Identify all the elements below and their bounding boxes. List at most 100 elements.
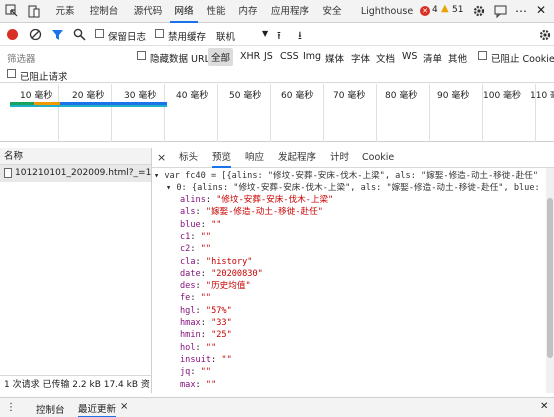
blocked-requests-label: 已阻止请求 (20, 72, 68, 83)
tab-headers[interactable]: 标头 (179, 148, 198, 168)
throttle-select[interactable]: 联机 (216, 29, 235, 43)
tab-security[interactable]: 安全 (318, 0, 346, 23)
feedback-icon[interactable] (494, 4, 508, 18)
disable-cache-checkbox[interactable] (155, 29, 164, 39)
type-filter-xhr[interactable]: XHR (240, 51, 260, 62)
timeline-gridline (58, 84, 59, 142)
preserve-log-checkbox[interactable] (95, 29, 104, 39)
hide-data-urls-label: 隐藏数据 URL (150, 54, 210, 65)
inspect-element-icon[interactable] (5, 4, 19, 18)
search-icon[interactable] (73, 28, 86, 41)
clear-icon[interactable] (29, 28, 42, 41)
timeline-gridline (111, 84, 112, 142)
tree-field-value: "修坟-安葬-安床-伐木-上梁" (216, 195, 334, 205)
tree-item-0-row[interactable]: ▾ 0: {alins: "修坟-安葬-安床-伐木-上梁", als: "嫁娶-… (166, 182, 544, 194)
tree-field-row[interactable]: des: "历史均值" (180, 280, 251, 292)
tree-field-row[interactable]: hmax: "33" (180, 317, 232, 329)
preview-scrollbar[interactable] (546, 168, 554, 393)
close-drawer-icon[interactable]: ✕ (540, 401, 548, 412)
import-har-icon[interactable]: ⭱ (277, 27, 281, 46)
expand-arrow-icon[interactable]: ▾ (166, 183, 171, 193)
type-filter-media[interactable]: 媒体 (325, 51, 344, 65)
export-har-icon[interactable]: ⭳ (298, 27, 302, 46)
request-name: 101210101_202009.html?_=16... (15, 168, 151, 178)
expand-arrow-icon[interactable]: ▾ (154, 171, 159, 181)
disable-cache-label: 禁用缓存 (168, 32, 207, 43)
warning-count[interactable]: 51 (452, 5, 463, 15)
close-devtools-icon[interactable]: ✕ (536, 3, 546, 17)
tree-field-row[interactable]: hgl: "57%" (180, 305, 232, 317)
tab-memory[interactable]: 内存 (234, 0, 262, 23)
hide-data-urls-checkbox[interactable] (137, 51, 146, 61)
tree-root-row[interactable]: ▾ var fc40 = [{alins: "修坟-安葬-安床-伐木-上梁", … (154, 170, 538, 182)
tab-cookies[interactable]: Cookie (362, 148, 394, 168)
tab-timing[interactable]: 计时 (330, 148, 349, 168)
tree-field-row[interactable]: jq: "" (180, 366, 211, 378)
timeline-gridline (376, 84, 377, 142)
timeline-tick-label: 20 毫秒 (72, 91, 105, 101)
tree-field-row[interactable]: c1: "" (180, 231, 211, 243)
tab-preview[interactable]: 预览 (212, 148, 232, 168)
type-filter-css[interactable]: CSS (280, 51, 299, 62)
device-emulation-icon[interactable] (27, 4, 41, 18)
type-filter-other[interactable]: 其他 (448, 51, 467, 65)
tree-field-separator: : (200, 219, 212, 230)
tree-field-row[interactable]: blue: "" (180, 219, 221, 231)
tree-field-separator: : (195, 342, 206, 353)
network-summary: 1 次请求 已传输 2.2 kB 17.4 kB 资 (0, 375, 152, 393)
tab-sources[interactable]: 源代码 (128, 0, 168, 23)
chevron-down-icon[interactable]: ▼ (262, 29, 268, 38)
request-row[interactable]: 101210101_202009.html?_=16... (0, 165, 151, 182)
blocked-cookies-checkbox[interactable] (478, 51, 487, 61)
tree-field-row[interactable]: hol: "" (180, 342, 216, 354)
more-options-icon[interactable]: ⋯ (515, 4, 527, 18)
type-filter-font[interactable]: 字体 (351, 51, 370, 65)
tree-field-key: insuit (180, 354, 212, 365)
type-filter-doc[interactable]: 文档 (376, 51, 395, 65)
close-detail-icon[interactable]: × (157, 148, 166, 168)
tab-initiator[interactable]: 发起程序 (278, 148, 316, 168)
tab-application[interactable]: 应用程序 (268, 0, 312, 23)
settings-gear-icon[interactable] (472, 4, 486, 18)
tree-field-row[interactable]: fe: "" (180, 292, 211, 304)
tree-field-row[interactable]: alins: "修坟-安葬-安床-伐木-上梁" (180, 194, 333, 206)
scrollbar-thumb[interactable] (547, 198, 553, 358)
tab-response[interactable]: 响应 (245, 148, 264, 168)
drawer-tab-whats-new[interactable]: 最近更新 (78, 401, 117, 417)
network-settings-icon[interactable] (538, 28, 552, 42)
drawer-menu-icon[interactable]: ⋮ (6, 402, 16, 413)
tree-field-key: cla (180, 256, 196, 267)
blocked-requests-checkbox[interactable] (7, 69, 16, 79)
drawer-tab-console[interactable]: 控制台 (36, 402, 65, 416)
tree-field-row[interactable]: max: "" (180, 379, 216, 391)
tab-performance[interactable]: 性能 (202, 0, 230, 23)
tree-field-row[interactable]: cla: "history" (180, 256, 252, 268)
tab-elements[interactable]: 元素 (50, 0, 80, 23)
warning-icon[interactable]: ▲ (441, 3, 449, 14)
tab-network[interactable]: 网络 (170, 0, 198, 23)
type-filter-img[interactable]: Img (303, 51, 321, 62)
tree-field-row[interactable]: c2: "" (180, 243, 211, 255)
filter-icon[interactable] (51, 28, 64, 41)
error-count[interactable]: 4 (432, 5, 438, 15)
timeline-gridline (323, 84, 324, 142)
type-filter-manifest[interactable]: 清单 (423, 51, 442, 65)
timeline-tick-label: 70 毫秒 (333, 91, 366, 101)
tab-console[interactable]: 控制台 (84, 0, 124, 23)
name-column-header[interactable]: 名称 (0, 148, 151, 165)
type-filter-ws[interactable]: WS (402, 51, 417, 62)
tree-field-row[interactable]: hmin: "25" (180, 329, 232, 341)
timeline-overview[interactable]: 10 毫秒 20 毫秒 30 毫秒 40 毫秒 50 毫秒 60 毫秒 70 毫… (0, 84, 554, 142)
tree-field-row[interactable]: insuit: "" (180, 354, 232, 366)
record-icon[interactable] (7, 29, 18, 40)
tree-field-row[interactable]: als: "嫁娶-修造-动土-移徙-赴任" (180, 206, 323, 218)
tree-field-row[interactable]: date: "20200830" (180, 268, 263, 280)
filter-input[interactable]: 筛选器 (7, 51, 36, 65)
tab-lighthouse[interactable]: Lighthouse (360, 0, 414, 23)
close-drawer-tab-icon[interactable]: × (120, 401, 128, 412)
error-icon[interactable]: ✕ (420, 6, 430, 16)
tree-field-key: jq (180, 367, 191, 378)
type-filter-all[interactable]: 全部 (208, 48, 234, 66)
type-filter-js[interactable]: JS (264, 51, 273, 62)
tree-field-key: alins (180, 195, 206, 205)
